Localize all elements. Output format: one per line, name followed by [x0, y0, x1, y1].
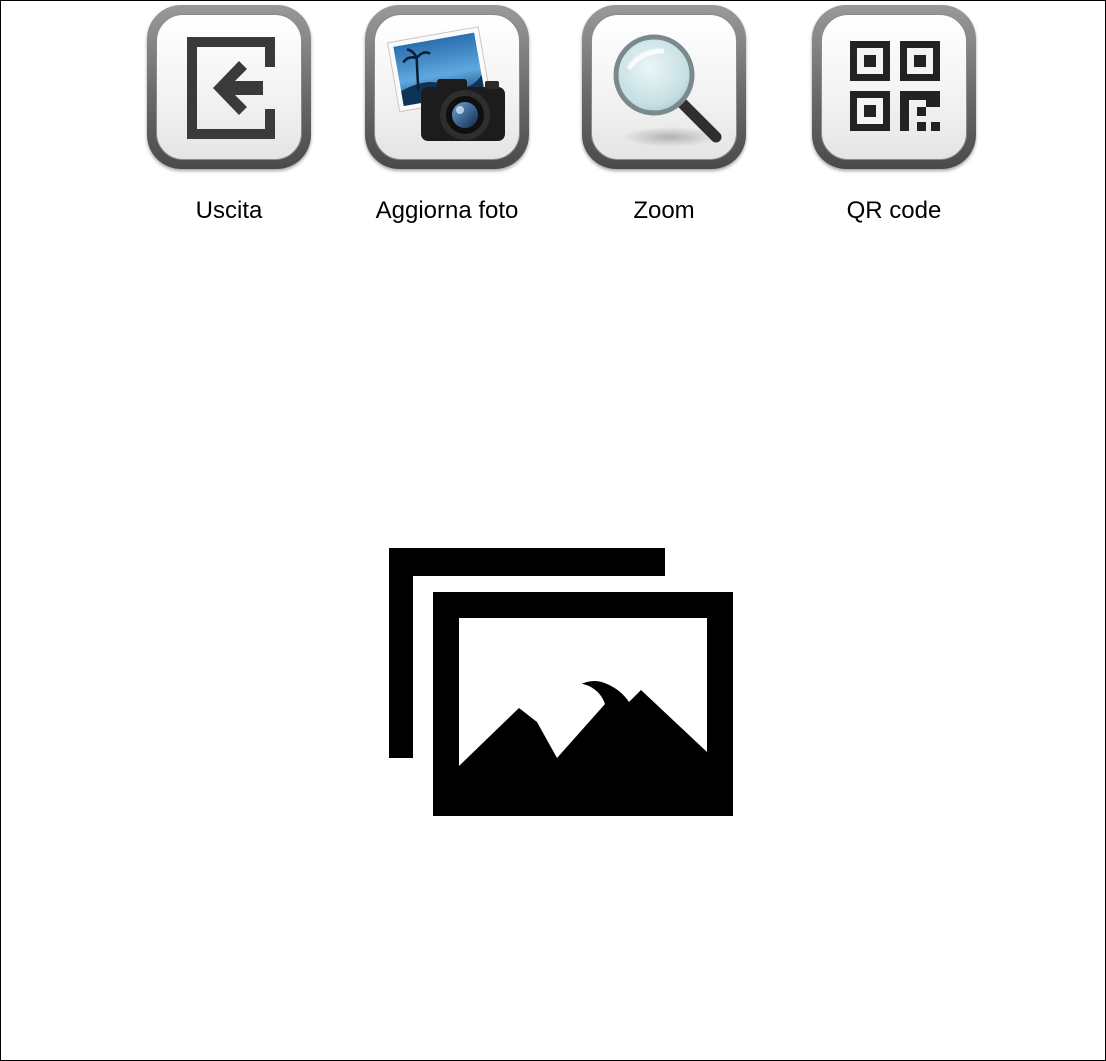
image-placeholder	[389, 548, 735, 816]
exit-button-label: Uscita	[195, 197, 263, 224]
exit-icon	[187, 37, 275, 139]
magnifier-icon	[613, 34, 722, 147]
qr-code-button-tile	[812, 5, 976, 169]
camera-photo-icon	[386, 26, 505, 141]
update-photo-button-label: Aggiorna foto	[375, 197, 519, 224]
qr-code-button-label: QR code	[846, 197, 942, 224]
update-photo-button[interactable]: Aggiorna foto	[365, 5, 529, 235]
update-photo-button-tile	[365, 5, 529, 169]
qr-code-button[interactable]: QR code	[812, 5, 976, 235]
zoom-button[interactable]: Zoom	[582, 5, 746, 235]
app-frame: Uscita Aggiorna foto Zoom QR code	[0, 0, 1106, 1061]
exit-button-tile	[147, 5, 311, 169]
zoom-button-tile	[582, 5, 746, 169]
exit-button[interactable]: Uscita	[147, 5, 311, 235]
zoom-button-label: Zoom	[633, 197, 695, 224]
qr-code-icon	[850, 41, 940, 131]
image-gallery-icon	[389, 548, 733, 816]
